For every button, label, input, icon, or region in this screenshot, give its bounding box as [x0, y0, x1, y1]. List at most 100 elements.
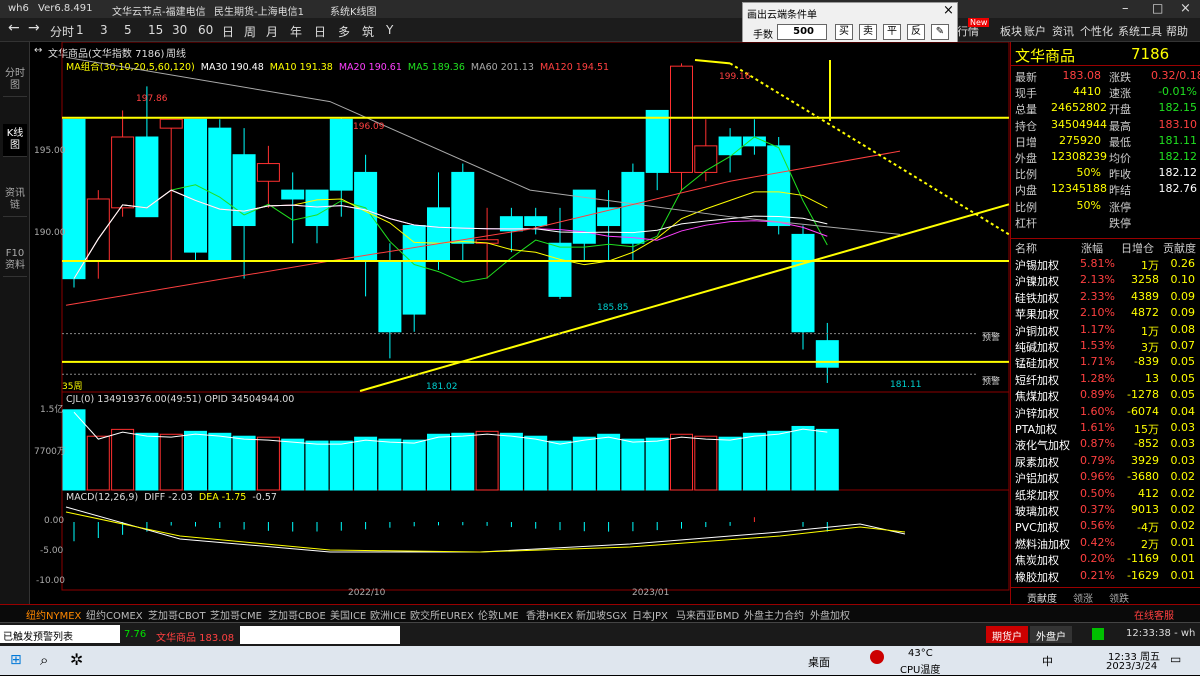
tray-app-icon[interactable]	[870, 650, 884, 664]
list-item[interactable]: PTA加权 1.61% 15万 0.03	[1011, 420, 1200, 436]
list-item[interactable]: 锰硅加权 1.71% -839 0.05	[1011, 354, 1200, 370]
list-item[interactable]: 纯碱加权 1.53% 3万 0.07	[1011, 338, 1200, 354]
popup-close-icon[interactable]: ×	[943, 3, 954, 18]
col-contribution[interactable]: 贡献度	[1163, 240, 1196, 256]
item-contribution: 0.26	[1170, 257, 1196, 270]
quote-label: 杠杆	[1015, 216, 1037, 230]
search-icon[interactable]: ⌕	[40, 651, 48, 669]
sell-button[interactable]: 卖	[859, 24, 877, 40]
period-week[interactable]: 周	[244, 23, 256, 40]
tab-main-contracts[interactable]: 外盘主力合约	[744, 607, 804, 622]
tab-us-ice[interactable]: 美国ICE	[330, 607, 366, 622]
item-oi: -1278	[1127, 388, 1159, 402]
close-position-button[interactable]: 平	[883, 24, 901, 40]
back-arrow-icon[interactable]: ←	[8, 20, 20, 36]
clock-date[interactable]: 2023/3/24	[1106, 661, 1157, 672]
period-1[interactable]: 1	[76, 23, 84, 37]
period-year[interactable]: 年	[290, 23, 302, 40]
period-5[interactable]: 5	[124, 23, 132, 37]
tool-y[interactable]: Y	[386, 23, 393, 37]
period-60[interactable]: 60	[198, 23, 213, 37]
list-item[interactable]: 焦煤加权 0.89% -1278 0.05	[1011, 387, 1200, 403]
list-item[interactable]: 橡胶加权 0.21% -1629 0.01	[1011, 568, 1200, 584]
tab-nymex[interactable]: 纽约NYMEX	[26, 607, 81, 622]
tab-lme[interactable]: 伦敦LME	[478, 607, 519, 622]
tab-eu-ice[interactable]: 欧洲ICE	[370, 607, 406, 622]
maximize-icon[interactable]: □	[1152, 1, 1163, 15]
tab-hkex[interactable]: 香港HKEX	[526, 607, 573, 622]
tab-bmd[interactable]: 马来西亚BMD	[676, 607, 739, 622]
tab-gainers[interactable]: 领涨	[1073, 590, 1093, 605]
list-item[interactable]: 液化气加权 0.87% -852 0.03	[1011, 436, 1200, 452]
period-timeshare[interactable]: 分时	[50, 23, 74, 40]
list-item[interactable]: 沪铝加权 0.96% -3680 0.02	[1011, 469, 1200, 485]
item-name: 沪锌加权	[1015, 406, 1059, 420]
windows-start-icon[interactable]: ⊞	[10, 652, 22, 668]
menu-sector[interactable]: 板块	[1000, 23, 1022, 39]
ime-toolbar[interactable]	[240, 626, 400, 644]
tool-draw[interactable]: 筑	[362, 23, 374, 40]
list-item[interactable]: 沪锡加权 5.81% 1万 0.26	[1011, 256, 1200, 272]
menu-help[interactable]: 帮助	[1166, 23, 1188, 39]
tab-contribution[interactable]: 贡献度	[1027, 590, 1057, 605]
minimize-icon[interactable]: –	[1122, 1, 1129, 16]
period-30[interactable]: 30	[172, 23, 187, 37]
ime-indicator[interactable]: 中	[1042, 653, 1053, 669]
list-item[interactable]: 硅铁加权 2.33% 4389 0.09	[1011, 289, 1200, 305]
instrument-name: 文华商品	[1015, 47, 1076, 65]
list-item[interactable]: 短纤加权 1.28% 13 0.05	[1011, 371, 1200, 387]
quote-label: 最新	[1015, 71, 1037, 84]
desktop-label[interactable]: 桌面	[808, 654, 830, 670]
tab-cme[interactable]: 芝加哥CME	[210, 607, 262, 622]
nav-timeshare[interactable]: 分时图	[3, 64, 27, 97]
tab-comex[interactable]: 纽约COMEX	[86, 607, 143, 622]
outer-account-button[interactable]: 外盘户	[1030, 626, 1072, 643]
col-change[interactable]: 涨幅	[1081, 240, 1103, 256]
tab-losers[interactable]: 领跌	[1109, 590, 1129, 605]
buy-button[interactable]: 买	[835, 24, 853, 40]
menu-account[interactable]: 账户	[1024, 23, 1046, 39]
forward-arrow-icon[interactable]: →	[28, 20, 40, 36]
reverse-button[interactable]: 反	[907, 24, 925, 40]
tab-sgx[interactable]: 新加坡SGX	[576, 607, 627, 622]
col-name[interactable]: 名称	[1015, 240, 1037, 256]
menu-news[interactable]: 资讯	[1052, 23, 1074, 39]
fan-icon[interactable]: ✲	[70, 650, 83, 669]
list-item[interactable]: PVC加权 0.56% -4万 0.02	[1011, 518, 1200, 534]
notification-icon[interactable]: ▭	[1170, 652, 1181, 666]
period-15[interactable]: 15	[148, 23, 163, 37]
volume-bar	[572, 436, 596, 491]
chart-area[interactable]: ↔ 文华商品(文华指数 7186) 周线 MA组合(30,10,20,5,60,…	[30, 42, 1010, 604]
online-service[interactable]: 在线客服	[1134, 607, 1174, 622]
list-item[interactable]: 焦炭加权 0.20% -1169 0.01	[1011, 551, 1200, 567]
list-item[interactable]: 燃料油加权 0.42% 2万 0.01	[1011, 535, 1200, 551]
list-item[interactable]: 玻璃加权 0.37% 9013 0.02	[1011, 502, 1200, 518]
futures-account-button[interactable]: 期货户	[986, 626, 1028, 643]
pen-icon[interactable]: ✎	[931, 24, 949, 40]
period-3[interactable]: 3	[100, 23, 108, 37]
tab-weighted[interactable]: 外盘加权	[810, 607, 850, 622]
nav-news-chain[interactable]: 资讯链	[3, 184, 27, 217]
period-day[interactable]: 日	[222, 23, 234, 40]
period-month[interactable]: 月	[266, 23, 278, 40]
col-oi-change[interactable]: 日增仓	[1121, 240, 1154, 256]
close-icon[interactable]: ×	[1180, 1, 1191, 16]
qty-input[interactable]: 500	[777, 24, 827, 40]
alert-list[interactable]: 已触发预警列表	[0, 625, 120, 643]
period-multi-day[interactable]: 日	[314, 23, 326, 40]
tab-cbot[interactable]: 芝加哥CBOT	[148, 607, 206, 622]
list-item[interactable]: 沪镍加权 2.13% 3258 0.10	[1011, 272, 1200, 288]
list-item[interactable]: 沪锌加权 1.60% -6074 0.04	[1011, 404, 1200, 420]
tab-eurex[interactable]: 欧交所EUREX	[410, 607, 474, 622]
menu-system-tools[interactable]: 系统工具	[1118, 23, 1162, 39]
tab-jpx[interactable]: 日本JPX	[632, 607, 668, 622]
period-multi[interactable]: 多	[338, 23, 350, 40]
list-item[interactable]: 苹果加权 2.10% 4872 0.09	[1011, 305, 1200, 321]
tab-cboe[interactable]: 芝加哥CBOE	[268, 607, 326, 622]
nav-kline[interactable]: K线图	[3, 124, 27, 157]
list-item[interactable]: 纸浆加权 0.50% 412 0.02	[1011, 486, 1200, 502]
list-item[interactable]: 尿素加权 0.79% 3929 0.03	[1011, 453, 1200, 469]
nav-f10[interactable]: F10资料	[3, 244, 27, 277]
menu-personalize[interactable]: 个性化	[1080, 23, 1113, 39]
list-item[interactable]: 沪铜加权 1.17% 1万 0.08	[1011, 322, 1200, 338]
